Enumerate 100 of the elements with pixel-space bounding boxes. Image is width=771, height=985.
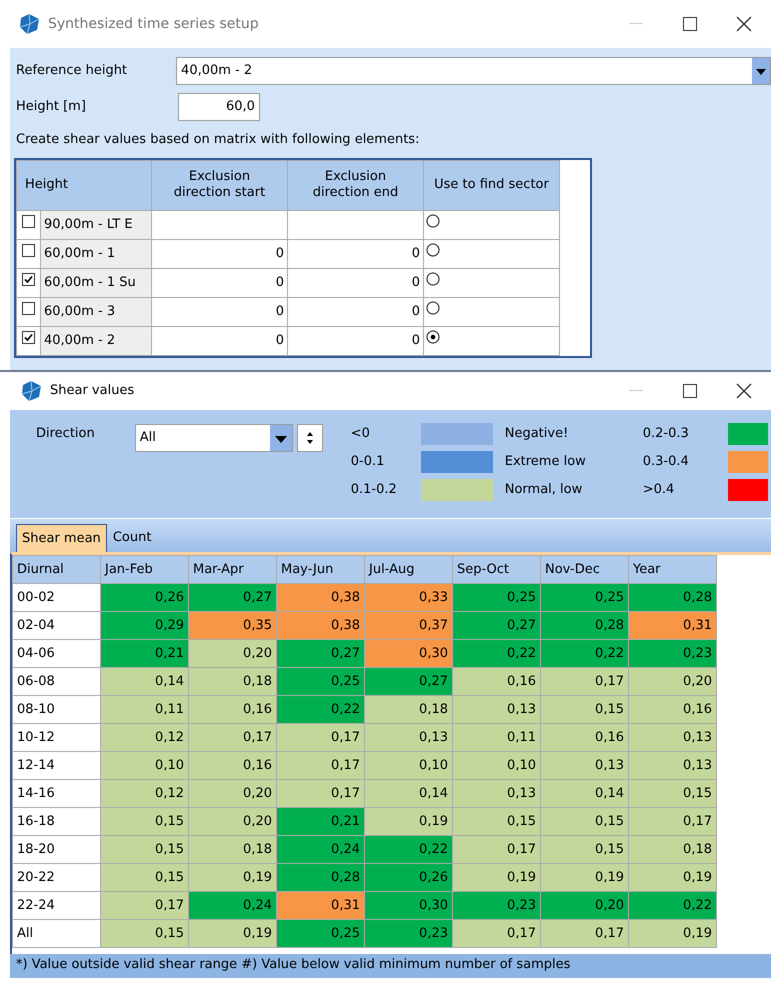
radio-button[interactable] (426, 301, 440, 316)
table-cell: 0,20 (188, 780, 276, 808)
legend-range: 0.2-0.3 (642, 425, 690, 444)
column-header: Use to find sector (424, 160, 560, 210)
table-cell: 0,11 (452, 724, 540, 752)
table-cell: 0,24 (188, 892, 276, 920)
column-header: Sep-Oct (452, 556, 540, 584)
legend-range: >0.4 (642, 481, 676, 500)
direction-dropdown[interactable]: All (134, 424, 293, 452)
radio-button[interactable] (426, 214, 440, 228)
window-title: Shear values (50, 382, 134, 400)
table-cell: 0,37 (364, 612, 452, 640)
table-cell: 0,18 (188, 836, 276, 864)
checkbox[interactable] (22, 272, 35, 286)
table-cell: 0,17 (452, 920, 540, 948)
field-label: Height [m] (16, 98, 86, 116)
table-cell: 0,16 (540, 724, 628, 752)
app-logo-icon (20, 380, 42, 402)
legend-label: Negative! (504, 425, 570, 444)
table-cell: 0,26 (100, 584, 188, 612)
table-cell: 0,23 (628, 640, 716, 668)
table-cell: 0,28 (276, 864, 364, 892)
row-header: 04-06 (12, 640, 100, 668)
column-header: Exclusion direction end (288, 160, 424, 210)
table-cell: 0,20 (188, 640, 276, 668)
radio-button[interactable] (426, 243, 440, 258)
table-cell: 0,13 (452, 780, 540, 808)
table-cell: 0,15 (100, 808, 188, 836)
tab[interactable]: Count (106, 524, 158, 552)
checkbox[interactable] (22, 330, 35, 344)
row-header: 06-08 (12, 668, 100, 696)
table-cell: 0,17 (188, 724, 276, 752)
table-cell: 0,21 (276, 808, 364, 836)
table-cell: 0,15 (100, 920, 188, 948)
matrix-caption: Create shear values based on matrix with following elements: (16, 131, 420, 149)
radio-button[interactable] (426, 330, 440, 344)
table-cell: 60,00m - 3 (40, 297, 152, 326)
table-cell: 0,15 (540, 808, 628, 836)
table-cell: 0,15 (628, 780, 716, 808)
column-header: May-Jun (276, 556, 364, 584)
table-cell: 0 (152, 326, 288, 355)
maximize-icon[interactable] (683, 17, 697, 31)
table-cell: 0,16 (188, 752, 276, 780)
radio-button[interactable] (426, 272, 440, 286)
column-header: Exclusion direction start (152, 160, 288, 210)
column-header: Nov-Dec (540, 556, 628, 584)
table-cell: 0,21 (100, 640, 188, 668)
table-cell: 0,18 (188, 668, 276, 696)
table-cell: 0,25 (452, 584, 540, 612)
table-cell: 0,16 (188, 696, 276, 724)
table-cell: 0,28 (628, 584, 716, 612)
table-cell: 0,22 (452, 640, 540, 668)
table-cell: 0 (152, 268, 288, 297)
table-cell: 0,33 (364, 584, 452, 612)
table-cell: 0,12 (100, 780, 188, 808)
table-cell: 0,15 (100, 836, 188, 864)
table-cell: 0,18 (364, 696, 452, 724)
row-header: 14-16 (12, 780, 100, 808)
table-cell: 0,25 (276, 920, 364, 948)
row-header: 10-12 (12, 724, 100, 752)
table-cell: 0,14 (364, 780, 452, 808)
close-icon[interactable] (736, 16, 752, 32)
legend-label: Normal, low (504, 481, 584, 500)
height-input[interactable]: 60,0 (178, 93, 260, 121)
row-header: 12-14 (12, 752, 100, 780)
table-cell: 0,16 (628, 696, 716, 724)
table-cell: 0,25 (540, 584, 628, 612)
maximize-icon[interactable] (683, 384, 697, 398)
table-cell: 0 (288, 326, 424, 355)
legend-range: 0-0.1 (350, 453, 386, 472)
row-header: 20-22 (12, 864, 100, 892)
table-cell: 0 (288, 268, 424, 297)
checkbox[interactable] (22, 302, 35, 315)
table-cell: 0,17 (276, 724, 364, 752)
table-cell: 0,17 (100, 892, 188, 920)
table-cell: 0,10 (100, 752, 188, 780)
table-cell: 0,13 (452, 696, 540, 724)
close-icon[interactable] (736, 383, 752, 399)
table-cell: 0,19 (188, 920, 276, 948)
table-cell: 0,38 (276, 584, 364, 612)
table-cell: 0,22 (276, 696, 364, 724)
table-cell: 0,11 (100, 696, 188, 724)
table-cell: 60,00m - 1 (40, 239, 152, 268)
reference-height-dropdown[interactable]: 40,00m - 2 (176, 57, 771, 85)
tab[interactable]: Shear mean (16, 524, 107, 552)
spin-button[interactable] (296, 424, 323, 452)
app-logo-icon (18, 13, 40, 35)
table-cell: 0,29 (100, 612, 188, 640)
table-cell: 0,31 (276, 892, 364, 920)
table-cell: 0,13 (628, 752, 716, 780)
table-cell: 0,13 (628, 724, 716, 752)
table-cell: 0,31 (628, 612, 716, 640)
table-cell: 60,00m - 1 Su (40, 268, 152, 297)
status-bar: *) Value outside valid shear range #) Value below valid minimum number of samples (10, 954, 771, 978)
checkbox[interactable] (22, 244, 35, 257)
table-cell: 0,22 (540, 640, 628, 668)
column-header: Jul-Aug (364, 556, 452, 584)
table-cell: 0,17 (452, 836, 540, 864)
checkbox[interactable] (22, 214, 35, 228)
table-cell: 0,19 (452, 864, 540, 892)
